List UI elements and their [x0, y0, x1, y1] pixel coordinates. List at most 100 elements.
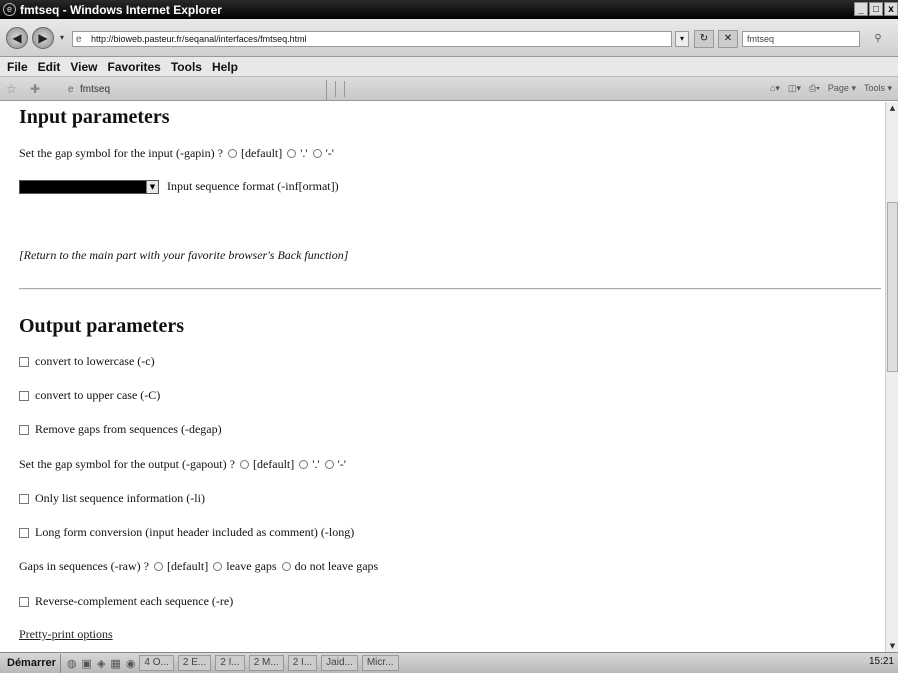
- section-divider: [19, 288, 881, 290]
- tab-page-icon: e: [68, 84, 74, 95]
- long-form-checkbox[interactable]: [19, 527, 29, 538]
- maximize-button[interactable]: □: [869, 2, 883, 16]
- scroll-thumb[interactable]: [887, 202, 898, 372]
- pretty-print-link[interactable]: Pretty-print options: [19, 627, 113, 642]
- gapout-radio-dot[interactable]: [299, 460, 309, 469]
- quick-launch-icon[interactable]: ▦: [110, 657, 120, 670]
- refresh-icon[interactable]: ↻: [694, 30, 714, 48]
- return-note: [Return to the main part with your favor…: [19, 248, 349, 262]
- url-input[interactable]: e http://bioweb.pasteur.fr/seqanal/inter…: [72, 31, 672, 47]
- favorites-star-icon[interactable]: ☆: [6, 82, 17, 96]
- home-icon[interactable]: ⌂▾: [770, 83, 780, 94]
- page-menu[interactable]: Page ▾: [828, 83, 856, 94]
- menu-view[interactable]: View: [65, 60, 102, 74]
- taskbar-item[interactable]: 2 M...: [248, 655, 284, 671]
- taskbar: Démarrer ◍ ▣ ◈ ▦ ◉ 4 O... 2 E... 2 I... …: [0, 652, 898, 673]
- vertical-scrollbar[interactable]: ▲ ▼: [885, 102, 898, 652]
- lowercase-checkbox[interactable]: [19, 356, 29, 367]
- feeds-icon[interactable]: ◫▾: [788, 83, 801, 94]
- tab-bar: ☆ ✚ e fmtseq ⌂▾ ◫▾ ⎙▾ Page ▾ Tools ▾: [0, 77, 898, 101]
- back-button[interactable]: ◀: [6, 27, 28, 49]
- quick-launch: ◍ ▣ ◈ ▦ ◉: [67, 657, 136, 670]
- menu-tools[interactable]: Tools: [166, 60, 207, 74]
- output-parameters-heading: Output parameters: [19, 315, 184, 337]
- input-format-select[interactable]: ▼: [19, 179, 159, 194]
- title-bar: e fmtseq - Windows Internet Explorer _ □…: [0, 0, 898, 19]
- taskbar-item[interactable]: 2 I...: [287, 655, 318, 671]
- pretty-print-row: Pretty-print options: [19, 627, 113, 642]
- reverse-checkbox[interactable]: [19, 596, 29, 607]
- degap-checkbox[interactable]: [19, 424, 29, 435]
- uppercase-label: convert to upper case (-C): [35, 388, 161, 402]
- chevron-down-icon: ▼: [146, 180, 158, 193]
- raw-radio-default[interactable]: [153, 562, 163, 571]
- gapout-label: Set the gap symbol for the output (-gapo…: [19, 457, 235, 471]
- quick-launch-icon[interactable]: ▣: [82, 657, 92, 670]
- ie-logo-icon: e: [3, 3, 16, 16]
- list-info-checkbox[interactable]: [19, 493, 29, 504]
- gapout-radio-dash[interactable]: [324, 460, 334, 469]
- taskbar-item[interactable]: 2 I...: [215, 655, 245, 671]
- gapin-option-dot: '.': [300, 146, 308, 160]
- taskbar-item[interactable]: 2 E...: [177, 655, 212, 671]
- raw-label: Gaps in sequences (-raw) ?: [19, 559, 149, 573]
- menu-edit[interactable]: Edit: [33, 60, 66, 74]
- lowercase-label: convert to lowercase (-c): [35, 354, 155, 368]
- close-button[interactable]: x: [884, 2, 898, 16]
- menu-help[interactable]: Help: [207, 60, 243, 74]
- gapin-radio-dash[interactable]: [312, 149, 322, 158]
- tab-fmtseq[interactable]: e fmtseq: [62, 80, 327, 101]
- degap-row: Remove gaps from sequences (-degap): [19, 422, 222, 437]
- forward-button[interactable]: ▶: [32, 27, 54, 49]
- page-content: Input parameters Set the gap symbol for …: [0, 102, 885, 652]
- raw-option-default: [default]: [166, 559, 209, 573]
- gapout-option-default: [default]: [252, 457, 295, 471]
- menu-file[interactable]: File: [2, 60, 33, 74]
- raw-radio-noleave[interactable]: [281, 562, 291, 571]
- taskbar-item[interactable]: Micr...: [361, 655, 399, 671]
- input-format-row: ▼ Input sequence format (-inf[ormat]): [19, 179, 339, 194]
- page-icon: e: [76, 34, 82, 45]
- reverse-row: Reverse-complement each sequence (-re): [19, 594, 233, 609]
- command-bar: ⌂▾ ◫▾ ⎙▾ Page ▾ Tools ▾: [770, 83, 892, 94]
- quick-launch-icon[interactable]: ◉: [126, 657, 136, 670]
- scroll-up-icon[interactable]: ▲: [887, 102, 898, 114]
- uppercase-checkbox[interactable]: [19, 390, 29, 401]
- start-button[interactable]: Démarrer: [3, 653, 61, 673]
- search-input[interactable]: fmtseq: [742, 31, 860, 47]
- new-tab-button[interactable]: [335, 81, 345, 97]
- gapin-option-dash: '-': [325, 146, 334, 160]
- long-form-label: Long form conversion (input header inclu…: [35, 525, 355, 539]
- quick-launch-icon[interactable]: ◍: [67, 657, 77, 670]
- raw-option-noleave: do not leave gaps: [294, 559, 379, 573]
- clock: 15:21: [868, 656, 894, 667]
- raw-row: Gaps in sequences (-raw) ? [default] lea…: [19, 559, 378, 574]
- add-favorite-icon[interactable]: ✚: [30, 82, 40, 96]
- input-parameters-heading: Input parameters: [19, 106, 170, 128]
- menu-favorites[interactable]: Favorites: [102, 60, 165, 74]
- quick-launch-icon[interactable]: ◈: [97, 657, 105, 670]
- tools-menu[interactable]: Tools ▾: [864, 83, 892, 94]
- window-title: fmtseq - Windows Internet Explorer: [20, 2, 222, 17]
- gapout-option-dash: '-': [337, 457, 346, 471]
- gapin-radio-dot[interactable]: [287, 149, 297, 158]
- raw-radio-leave[interactable]: [213, 562, 223, 571]
- url-dropdown-icon[interactable]: ▾: [675, 31, 689, 47]
- print-icon[interactable]: ⎙▾: [809, 83, 820, 94]
- taskbar-item[interactable]: 4 O...: [139, 655, 174, 671]
- stop-icon[interactable]: ✕: [718, 30, 738, 48]
- gapin-option-default: [default]: [240, 146, 283, 160]
- minimize-button[interactable]: _: [854, 2, 868, 16]
- uppercase-row: convert to upper case (-C): [19, 388, 160, 403]
- gapout-radio-default[interactable]: [239, 460, 249, 469]
- raw-option-leave: leave gaps: [226, 559, 277, 573]
- list-info-label: Only list sequence information (-li): [35, 491, 205, 505]
- scroll-down-icon[interactable]: ▼: [887, 640, 898, 652]
- menu-bar: File Edit View Favorites Tools Help: [0, 57, 898, 77]
- taskbar-item[interactable]: Jaid...: [321, 655, 358, 671]
- search-icon[interactable]: ⚲: [864, 31, 892, 47]
- history-dropdown-icon[interactable]: ▾: [60, 33, 64, 42]
- lowercase-row: convert to lowercase (-c): [19, 354, 155, 369]
- gapin-radio-default[interactable]: [227, 149, 237, 158]
- reverse-label: Reverse-complement each sequence (-re): [35, 594, 234, 608]
